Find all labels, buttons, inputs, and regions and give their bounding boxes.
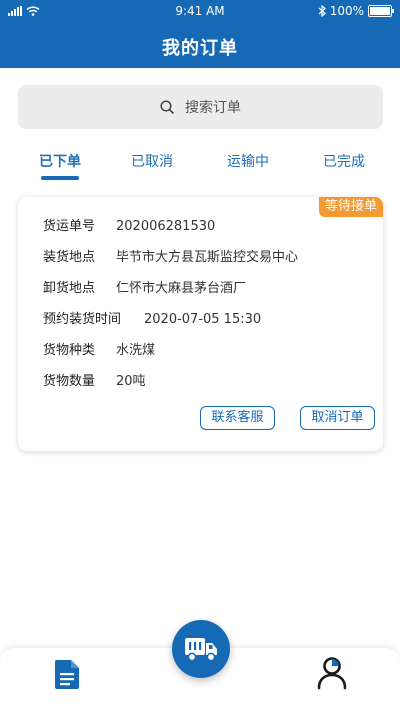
truck-icon (185, 638, 217, 662)
field-label: 货物种类 (43, 343, 96, 358)
user-icon (317, 657, 347, 690)
contact-support-button[interactable]: 联系客服 (200, 406, 275, 430)
order-card[interactable]: 等待接单 货运单号 202006281530 装货地点 毕节市大方县瓦斯监控交易… (18, 197, 383, 451)
battery-icon (368, 5, 394, 17)
status-bar: 9:41 AM 100% (0, 0, 400, 22)
status-badge: 等待接单 (318, 197, 383, 217)
truck-fab-button[interactable] (172, 620, 230, 678)
field-label: 卸货地点 (43, 281, 96, 296)
search-icon (160, 99, 175, 114)
tab-completed[interactable]: 已完成 (304, 148, 384, 178)
field-value: 毕节市大方县瓦斯监控交易中心 (116, 250, 299, 265)
field-value: 仁怀市大麻县茅台酒厂 (116, 281, 247, 296)
document-icon (54, 660, 79, 689)
order-field-load-time: 预约装货时间 2020-07-05 15:30 (43, 310, 261, 330)
search-input[interactable]: 搜索订单 (18, 85, 383, 129)
field-value: 2020-07-05 15:30 (144, 312, 262, 327)
order-field-number: 货运单号 202006281530 (43, 217, 215, 237)
tab-cancelled[interactable]: 已取消 (112, 148, 192, 178)
field-label: 装货地点 (43, 250, 96, 265)
field-value: 20吨 (116, 374, 146, 389)
order-field-cargo-quantity: 货物数量 20吨 (43, 372, 146, 392)
field-label: 货运单号 (43, 219, 96, 234)
active-tab-indicator (41, 176, 79, 180)
app-header: 9:41 AM 100% 我的订单 (0, 0, 400, 68)
tab-in-transit[interactable]: 运输中 (208, 148, 288, 178)
field-label: 货物数量 (43, 374, 96, 389)
orders-nav-button[interactable] (53, 658, 81, 694)
field-value: 水洗煤 (116, 343, 156, 358)
field-value: 202006281530 (116, 219, 216, 234)
cancel-order-button[interactable]: 取消订单 (300, 406, 375, 430)
status-right-group: 100% (318, 0, 394, 22)
battery-percent: 100% (329, 4, 364, 18)
order-field-cargo-type: 货物种类 水洗煤 (43, 341, 155, 361)
profile-nav-button[interactable] (316, 656, 348, 694)
order-tabs: 已下单 已取消 运输中 已完成 (0, 148, 400, 188)
page-title: 我的订单 (162, 38, 238, 59)
bluetooth-icon (318, 5, 326, 17)
field-label: 预约装货时间 (43, 312, 122, 327)
search-placeholder: 搜索订单 (185, 100, 241, 116)
order-field-load-location: 装货地点 毕节市大方县瓦斯监控交易中心 (43, 248, 298, 268)
tab-placed[interactable]: 已下单 (20, 148, 100, 178)
order-field-unload-location: 卸货地点 仁怀市大麻县茅台酒厂 (43, 279, 246, 299)
